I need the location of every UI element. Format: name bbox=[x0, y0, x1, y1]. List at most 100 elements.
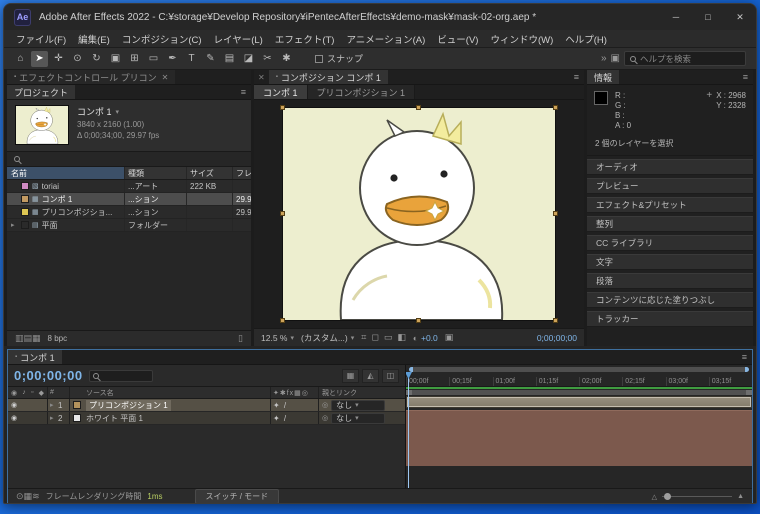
label-color-chip[interactable] bbox=[21, 195, 29, 203]
zoom-out-icon[interactable]: △ bbox=[652, 493, 657, 501]
selection-handle[interactable] bbox=[416, 318, 421, 323]
layer-name[interactable]: プリコンポジション 1 bbox=[86, 400, 171, 411]
pan-behind-tool[interactable]: ⊞ bbox=[126, 51, 143, 67]
mask-visibility-icon[interactable]: ◻ bbox=[371, 332, 378, 343]
expander-icon[interactable]: ▸ bbox=[50, 401, 57, 409]
exposure-control[interactable]: ◐ +0.0 bbox=[413, 333, 438, 343]
workspace-icon[interactable]: ▣ bbox=[611, 53, 620, 64]
eraser-tool[interactable]: ◪ bbox=[240, 51, 257, 67]
panel-menu-icon[interactable]: ≡ bbox=[737, 350, 752, 364]
selection-handle[interactable] bbox=[553, 211, 558, 216]
channels-icon[interactable]: ◧ bbox=[397, 332, 406, 343]
bit-depth-button[interactable]: 8 bpc bbox=[48, 334, 68, 343]
help-search-input[interactable] bbox=[640, 54, 740, 64]
hide-shy-layers-icon[interactable]: ◫ bbox=[382, 369, 399, 383]
dock-panel-tab[interactable]: 段落 bbox=[587, 273, 753, 289]
composition-mini-flowchart-icon[interactable]: ▦ bbox=[342, 369, 359, 383]
grid-guides-icon[interactable]: ⌗ bbox=[361, 332, 366, 343]
shape-tool[interactable]: ▭ bbox=[145, 51, 162, 67]
column-header-size[interactable]: サイズ bbox=[187, 167, 233, 179]
layer-name[interactable]: ホワイト 平面 1 bbox=[86, 413, 143, 424]
delete-icon[interactable]: ▯ bbox=[238, 333, 243, 344]
toriai[interactable]: ▧ toriai ...アート 222 KB bbox=[7, 180, 251, 193]
maximize-button[interactable]: □ bbox=[692, 4, 724, 30]
playhead[interactable] bbox=[408, 372, 409, 488]
layer-duration-bar[interactable] bbox=[406, 410, 752, 466]
menu-item[interactable]: ビュー(V) bbox=[431, 32, 484, 46]
ホワイト 平面 1[interactable]: ◉ ▸ 2 ホワイト 平面 1 ✦ / ◎ なし ▾ bbox=[8, 412, 405, 425]
tab-timeline-comp[interactable]: ▪ コンポ 1 bbox=[8, 350, 62, 364]
column-header-type[interactable]: 種類 bbox=[125, 167, 187, 179]
dock-panel-tab[interactable]: コンテンツに応じた塗りつぶし bbox=[587, 292, 753, 308]
tab-effect-controls[interactable]: ▪ エフェクトコントロール プリコン ✕ bbox=[7, 70, 175, 84]
brush-tool[interactable]: ✎ bbox=[202, 51, 219, 67]
orbit-camera-tool[interactable]: ↻ bbox=[88, 51, 105, 67]
平面[interactable]: ▸ ▤ 平面 フォルダー bbox=[7, 219, 251, 232]
switches-modes-button[interactable]: スイッチ / モード bbox=[195, 489, 280, 504]
snapshot-icon[interactable]: ▣ bbox=[445, 332, 454, 343]
minimize-button[interactable]: ─ bbox=[660, 4, 692, 30]
dock-panel-tab[interactable]: 整列 bbox=[587, 216, 753, 232]
dock-panel-tab[interactable]: エフェクト&プリセット bbox=[587, 197, 753, 213]
puppet-pin-tool[interactable]: ✱ bbox=[278, 51, 295, 67]
time-ruler[interactable]: 00;00f00;15f01;00f01;15f02;00f02;15f03;0… bbox=[406, 373, 752, 387]
home-tool[interactable]: ⌂ bbox=[12, 51, 29, 67]
プリコンポジション 1[interactable]: ◉ ▸ 1 プリコンポジション 1 ✦ / ◎ なし ▾ bbox=[8, 399, 405, 412]
dock-panel-tab[interactable]: トラッカー bbox=[587, 311, 753, 327]
menu-item[interactable]: レイヤー(L) bbox=[208, 32, 269, 46]
tab-info[interactable]: 情報 bbox=[587, 70, 619, 84]
label-color-chip[interactable] bbox=[21, 208, 29, 216]
menu-item[interactable]: ウィンドウ(W) bbox=[484, 32, 559, 46]
project-search-input[interactable] bbox=[25, 153, 244, 165]
timeline-navigator[interactable] bbox=[409, 367, 749, 372]
selection-handle[interactable] bbox=[553, 318, 558, 323]
pick-whip-icon[interactable]: ◎ bbox=[322, 414, 328, 422]
audio-column-icon[interactable]: ♪ bbox=[22, 389, 26, 396]
hand-tool[interactable]: ✛ bbox=[50, 51, 67, 67]
work-area-bar[interactable] bbox=[406, 390, 752, 395]
pick-whip-icon[interactable]: ◎ bbox=[322, 401, 328, 409]
selection-handle[interactable] bbox=[280, 211, 285, 216]
tab-composition[interactable]: ▪ コンポジション コンポ 1 bbox=[269, 70, 388, 84]
zoom-tool[interactable]: ⊙ bbox=[69, 51, 86, 67]
chevron-down-icon[interactable]: ▾ bbox=[116, 108, 120, 116]
zoom-slider-handle[interactable] bbox=[664, 493, 671, 500]
wave-icon[interactable]: ≋ bbox=[32, 491, 40, 501]
viewer-tab[interactable]: プリコンポジション 1 bbox=[308, 85, 416, 99]
column-header-framerate[interactable]: フレ... bbox=[233, 167, 251, 179]
graph-editor-icon[interactable]: ▦ bbox=[24, 491, 33, 501]
solo-column-icon[interactable]: ▫ bbox=[31, 389, 33, 396]
zoom-in-icon[interactable]: ▲ bbox=[737, 493, 744, 500]
dock-panel-tab[interactable]: CC ライブラリ bbox=[587, 235, 753, 251]
roto-brush-tool[interactable]: ✂ bbox=[259, 51, 276, 67]
eye-icon[interactable]: ◉ bbox=[11, 401, 17, 409]
new-composition-icon[interactable]: ▦ bbox=[32, 333, 41, 343]
viewer-tab[interactable]: コンポ 1 bbox=[254, 85, 308, 99]
region-of-interest-icon[interactable]: ▭ bbox=[384, 332, 393, 343]
clone-stamp-tool[interactable]: ▤ bbox=[221, 51, 238, 67]
snap-checkbox[interactable] bbox=[315, 55, 323, 63]
close-icon[interactable]: ✕ bbox=[254, 70, 269, 84]
label-color-chip[interactable] bbox=[73, 401, 81, 409]
timeline-zoom-slider[interactable] bbox=[662, 496, 732, 497]
dock-panel-tab[interactable]: プレビュー bbox=[587, 178, 753, 194]
menu-item[interactable]: エフェクト(T) bbox=[269, 32, 341, 46]
menu-item[interactable]: 編集(E) bbox=[72, 32, 116, 46]
panel-menu-icon[interactable]: ≡ bbox=[569, 70, 584, 84]
プリコンポジショ...[interactable]: ▦ プリコンポジショ... ...ション 29.97 bbox=[7, 206, 251, 219]
selection-handle[interactable] bbox=[280, 318, 285, 323]
dock-panel-tab[interactable]: オーディオ bbox=[587, 159, 753, 175]
menu-item[interactable]: ヘルプ(H) bbox=[559, 32, 613, 46]
resolution-dropdown[interactable]: (カスタム...) ▾ bbox=[301, 332, 354, 344]
selection-tool[interactable]: ➤ bbox=[31, 51, 48, 67]
selection-handle[interactable] bbox=[416, 105, 421, 110]
panel-menu-icon[interactable]: ≡ bbox=[738, 70, 753, 84]
menu-item[interactable]: コンポジション(C) bbox=[116, 32, 208, 46]
close-icon[interactable]: ✕ bbox=[162, 73, 169, 82]
zoom-dropdown[interactable]: 12.5 % ▾ bbox=[261, 333, 294, 343]
comp-image[interactable] bbox=[283, 108, 555, 320]
panel-menu-icon[interactable]: ≡ bbox=[236, 85, 251, 99]
video-column-icon[interactable]: ◉ bbox=[11, 389, 17, 397]
label-color-chip[interactable] bbox=[21, 221, 29, 229]
composition-viewer[interactable] bbox=[254, 100, 584, 328]
